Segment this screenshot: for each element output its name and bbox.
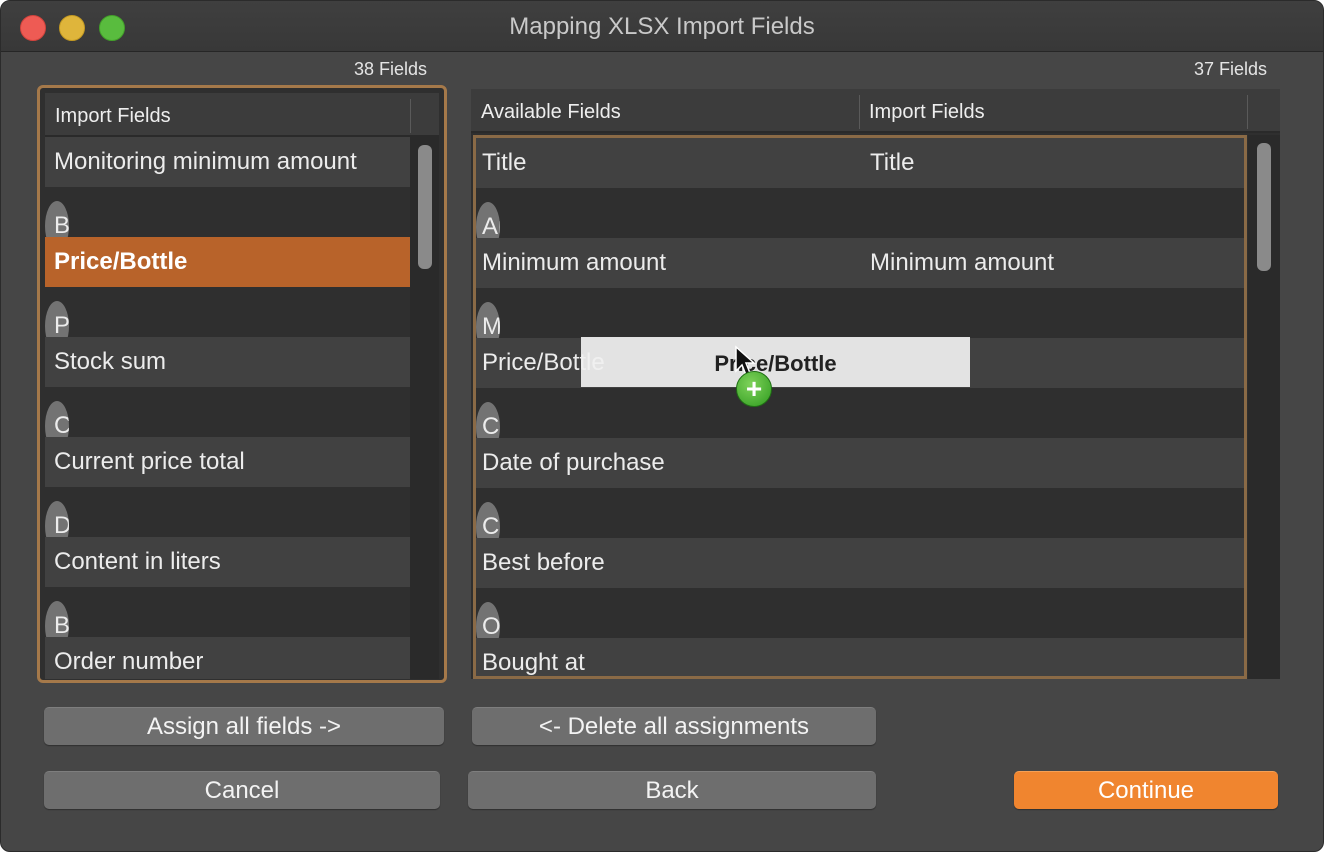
cancel-button[interactable]: Cancel xyxy=(44,771,440,809)
list-item-label: Price/Bottle xyxy=(54,248,188,275)
left-field-count: 38 Fields xyxy=(354,59,428,79)
right-field-count: 37 Fields xyxy=(1194,59,1268,79)
plus-icon: + xyxy=(736,371,772,407)
title-bar: Mapping XLSX Import Fields xyxy=(1,1,1323,52)
column-header-import-fields[interactable]: Import Fields xyxy=(45,93,410,137)
column-divider xyxy=(1247,95,1248,129)
list-item-label: Content in liters xyxy=(54,548,221,575)
list-item-label: Monitoring minimum amount xyxy=(54,148,357,175)
list-item-label: Current price total xyxy=(54,448,245,475)
list-item[interactable]: Monitoring minimum amount xyxy=(45,137,410,187)
left-rows: Monitoring minimum amountBuyPrice/Bottle… xyxy=(45,137,410,679)
drop-target-highlight xyxy=(473,135,1247,679)
back-button[interactable]: Back xyxy=(468,771,876,809)
window-title: Mapping XLSX Import Fields xyxy=(509,13,815,40)
left-scrollbar[interactable] xyxy=(410,137,439,679)
list-item[interactable]: Content in liters xyxy=(45,537,410,587)
list-item[interactable]: Order number xyxy=(45,637,410,679)
assign-all-button[interactable]: Assign all fields -> xyxy=(44,707,444,745)
import-mapping-window: Mapping XLSX Import Fields 38 Fields 37 … xyxy=(0,0,1324,852)
continue-button[interactable]: Continue xyxy=(1014,771,1278,809)
list-item-label: Order number xyxy=(54,648,204,675)
left-scroll-thumb[interactable] xyxy=(418,145,432,269)
left-list-header: Import Fields xyxy=(45,93,439,137)
import-fields-list[interactable]: Import Fields Monitoring minimum amount B… xyxy=(37,85,447,683)
right-scroll-thumb[interactable] xyxy=(1257,143,1271,271)
right-scrollbar[interactable] xyxy=(1248,135,1280,679)
list-item[interactable]: Price/Bottle xyxy=(45,237,410,287)
column-divider xyxy=(410,99,411,133)
column-header-available-fields[interactable]: Available Fields xyxy=(471,89,859,133)
right-table-header: Available Fields Import Fields xyxy=(471,89,1280,133)
list-item[interactable]: Current price total xyxy=(45,437,410,487)
column-header-import-fields[interactable]: Import Fields xyxy=(859,89,1247,133)
delete-all-assignments-button[interactable]: <- Delete all assignments xyxy=(472,707,876,745)
drag-preview: Price/Bottle xyxy=(581,337,970,387)
list-item-label: Stock sum xyxy=(54,348,167,375)
list-item[interactable]: Stock sum xyxy=(45,337,410,387)
